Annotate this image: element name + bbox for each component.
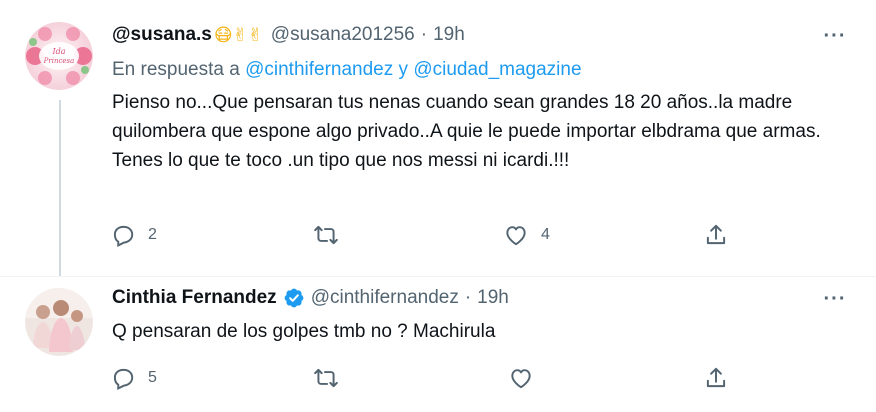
tweet-text: Q pensaran de los golpes tmb no ? Machir… [112, 321, 496, 342]
timestamp[interactable]: 19h [477, 286, 509, 310]
tweet-actions: 2 4 [110, 218, 750, 252]
reply-mention-ciudad-magazine[interactable]: @ciudad_magazine [413, 59, 581, 80]
retweet-button[interactable] [313, 218, 351, 252]
separator-dot: · [464, 287, 472, 308]
like-button[interactable] [508, 361, 546, 395]
retweet-button[interactable] [313, 361, 351, 395]
avatar-text-line1: Ida [51, 47, 65, 56]
reply-to-line: En respuesta a @cinthifernandez y @ciuda… [112, 58, 582, 82]
reply-button[interactable]: 2 [110, 218, 157, 252]
thread-line [59, 100, 61, 276]
author-handle[interactable]: @susana201256 [271, 23, 415, 47]
reply-and: y [398, 59, 409, 80]
more-options-icon[interactable]: ··· [820, 21, 850, 51]
heart-icon [511, 369, 531, 389]
like-button[interactable]: 4 [503, 218, 550, 252]
share-button[interactable] [703, 361, 729, 395]
tweet-actions: 5 [110, 361, 750, 395]
reply-icon [113, 225, 134, 247]
reply-count: 5 [148, 369, 157, 386]
tweet-header: Cinthia Fernandez @cinthifernandez · 19h [112, 286, 509, 310]
heart-icon [506, 226, 526, 246]
avatar-image [25, 288, 93, 356]
reply-mention-cinthifernandez[interactable]: @cinthifernandez [245, 59, 393, 80]
retweet-icon [314, 368, 338, 388]
like-count: 4 [541, 226, 550, 243]
author-handle[interactable]: @cinthifernandez [311, 286, 459, 310]
share-icon [706, 367, 726, 388]
tweet-cinthia[interactable]: Cinthia Fernandez @cinthifernandez · 19h… [0, 277, 876, 412]
author-name[interactable]: @susana.s [112, 23, 212, 47]
tweet-susana[interactable]: Ida Princesa @susana.s 😷✌✌ @susana201256… [0, 0, 876, 276]
reply-icon [113, 368, 134, 390]
author-name[interactable]: Cinthia Fernandez [112, 286, 277, 310]
more-options-icon[interactable]: ··· [820, 284, 850, 314]
verified-badge-icon [284, 288, 304, 308]
reply-to-prefix: En respuesta a [112, 59, 240, 80]
tweet-text: Pienso no...Que pensaran tus nenas cuand… [112, 92, 821, 171]
avatar[interactable] [25, 288, 93, 356]
share-button[interactable] [703, 218, 729, 252]
share-icon [706, 224, 726, 245]
reply-count: 2 [148, 226, 157, 243]
tweet-header: @susana.s 😷✌✌ @susana201256 · 19h [112, 23, 465, 47]
avatar-image: Ida Princesa [25, 22, 93, 90]
avatar[interactable]: Ida Princesa [25, 22, 93, 90]
name-emojis: 😷✌✌ [213, 25, 263, 45]
separator-dot: · [420, 24, 428, 45]
avatar-text-line2: Princesa [43, 57, 75, 65]
retweet-icon [314, 225, 338, 245]
reply-button[interactable]: 5 [110, 361, 157, 395]
timestamp[interactable]: 19h [433, 23, 465, 47]
